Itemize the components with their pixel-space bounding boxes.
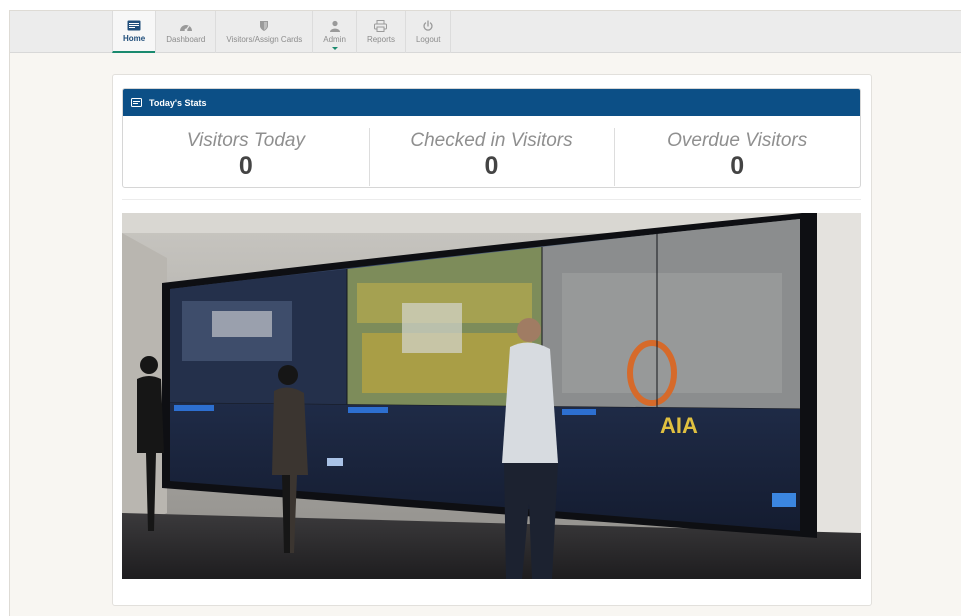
nav-item-visitors-assign-cards[interactable]: Visitors/Assign Cards bbox=[215, 11, 312, 53]
todays-stats-card: Today's Stats Visitors Today 0 Checked i… bbox=[122, 88, 861, 188]
stat-value: 0 bbox=[484, 152, 499, 180]
video-wall-photo: AIA bbox=[122, 213, 861, 579]
nav-label-logout: Logout bbox=[415, 35, 441, 44]
stat-overdue-visitors: Overdue Visitors 0 bbox=[614, 116, 860, 187]
top-navbar: Home Dashboard Visitors/Assign Cards Adm… bbox=[10, 11, 961, 53]
nav-item-home[interactable]: Home bbox=[112, 11, 156, 53]
nav-label-dashboard: Dashboard bbox=[166, 35, 206, 44]
screen-logo-text: AIA bbox=[660, 413, 698, 438]
shield-icon bbox=[257, 20, 271, 32]
nav-label-reports: Reports bbox=[366, 35, 395, 44]
main-panel: Today's Stats Visitors Today 0 Checked i… bbox=[112, 74, 872, 606]
nav-item-reports[interactable]: Reports bbox=[355, 11, 405, 53]
stats-row: Visitors Today 0 Checked in Visitors 0 O… bbox=[123, 116, 860, 187]
stat-value: 0 bbox=[730, 152, 745, 180]
nav-item-logout[interactable]: Logout bbox=[404, 11, 452, 53]
app-frame: Home Dashboard Visitors/Assign Cards Adm… bbox=[9, 10, 961, 616]
stat-label: Overdue Visitors bbox=[667, 130, 808, 151]
stat-label: Checked in Visitors bbox=[410, 130, 573, 151]
nav-item-dashboard[interactable]: Dashboard bbox=[155, 11, 215, 53]
stat-visitors-today: Visitors Today 0 bbox=[123, 116, 369, 187]
dashboard-icon bbox=[179, 20, 193, 32]
stats-header: Today's Stats bbox=[123, 89, 860, 116]
user-icon bbox=[328, 20, 342, 32]
nav-label-home: Home bbox=[123, 34, 146, 43]
power-icon bbox=[421, 20, 435, 32]
stat-label: Visitors Today bbox=[186, 130, 305, 151]
stats-title: Today's Stats bbox=[149, 97, 207, 108]
nav-label-admin: Admin bbox=[323, 35, 346, 44]
section-divider bbox=[122, 199, 861, 200]
printer-icon bbox=[374, 20, 388, 32]
nav-item-admin[interactable]: Admin bbox=[312, 11, 356, 53]
chevron-down-icon bbox=[331, 47, 338, 50]
stat-value: 0 bbox=[238, 152, 253, 180]
nav-menu: Home Dashboard Visitors/Assign Cards Adm… bbox=[112, 11, 452, 53]
id-card-icon bbox=[127, 19, 141, 31]
nav-label-visitors: Visitors/Assign Cards bbox=[226, 35, 303, 44]
stat-checked-in-visitors: Checked in Visitors 0 bbox=[368, 116, 615, 187]
id-card-icon bbox=[131, 98, 142, 107]
